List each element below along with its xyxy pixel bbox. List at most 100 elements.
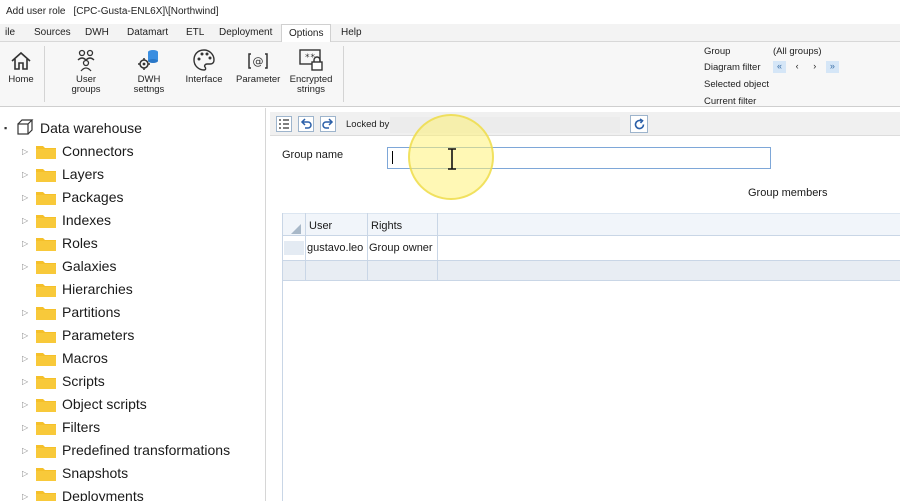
dwh-settings-button[interactable]: DWH settngs — [130, 46, 168, 95]
group-selector[interactable]: (All groups) — [773, 44, 822, 60]
last-nav-button[interactable]: » — [825, 61, 839, 74]
column-header-user[interactable]: User — [309, 220, 332, 232]
tree-item[interactable]: ▷ Indexes — [22, 210, 111, 230]
tab-deployment[interactable]: Deployment — [219, 24, 272, 42]
expand-arrow-icon[interactable]: ▷ — [22, 147, 32, 156]
expand-arrow-icon[interactable]: ▷ — [22, 262, 32, 271]
tree-item-label: Parameters — [62, 327, 135, 343]
expand-arrow-icon[interactable]: ▷ — [22, 308, 32, 317]
tree-item[interactable]: ▷ Packages — [22, 187, 123, 207]
folder-icon — [36, 467, 56, 481]
database-settings-icon — [130, 46, 168, 72]
tab-help[interactable]: Help — [341, 24, 362, 42]
expand-arrow-icon[interactable]: ▷ — [22, 354, 32, 363]
tree-item-label: Galaxies — [62, 258, 117, 274]
list-view-button[interactable] — [276, 116, 292, 132]
tree-item[interactable]: ▷ Galaxies — [22, 256, 116, 276]
cell-rights[interactable]: Group owner — [369, 242, 433, 254]
tree-item[interactable]: Hierarchies — [22, 279, 133, 299]
folder-icon — [36, 237, 56, 251]
interface-label: Interface — [185, 74, 223, 85]
tree-item[interactable]: ▷ Macros — [22, 348, 108, 368]
expand-arrow-icon[interactable]: ▷ — [22, 492, 32, 501]
encrypted-strings-button[interactable]: ** Encrypted strings — [288, 46, 334, 95]
tree-root-data-warehouse[interactable]: ▪ Data warehouse — [4, 118, 142, 138]
encrypted-label-line2: strings — [297, 84, 325, 95]
ribbon-separator — [44, 46, 45, 102]
user-groups-label-line2: groups — [71, 84, 101, 95]
expand-arrow-icon[interactable]: ▷ — [22, 193, 32, 202]
redo-icon — [322, 118, 334, 129]
redo-button[interactable] — [320, 116, 336, 132]
tree-item[interactable]: ▷ Scripts — [22, 371, 105, 391]
select-all-corner-icon[interactable] — [291, 224, 301, 234]
tree-item[interactable]: ▷ Parameters — [22, 325, 134, 345]
undo-button[interactable] — [298, 116, 314, 132]
interface-button[interactable]: Interface — [184, 46, 224, 85]
tree-item[interactable]: ▷ Predefined transformations — [22, 440, 230, 460]
tree-item[interactable]: ▷ Partitions — [22, 302, 120, 322]
tab-sources[interactable]: Sources — [34, 24, 71, 42]
undo-icon — [300, 118, 312, 129]
next-nav-button[interactable]: › — [808, 61, 821, 73]
new-row-placeholder[interactable] — [283, 260, 900, 281]
svg-text:@: @ — [253, 55, 264, 68]
home-button[interactable]: Home — [4, 46, 38, 85]
refresh-button[interactable] — [630, 115, 648, 133]
expand-arrow-icon[interactable]: ▷ — [22, 400, 32, 409]
menu-bar: ile Sources DWH Datamart ETL Deployment … — [0, 24, 900, 43]
collapse-icon[interactable]: ▪ — [4, 123, 14, 133]
expand-arrow-icon[interactable]: ▷ — [22, 331, 32, 340]
tab-etl[interactable]: ETL — [186, 24, 204, 42]
tree-item[interactable]: ▷ Layers — [22, 164, 104, 184]
group-name-label: Group name — [282, 149, 344, 161]
palette-icon — [184, 46, 224, 72]
prev-nav-button[interactable]: ‹ — [791, 61, 804, 73]
parameter-icon: @ — [236, 46, 280, 72]
current-filter-label: Current filter — [704, 96, 757, 107]
tree-item-label: Indexes — [62, 212, 112, 228]
list-icon — [279, 119, 289, 129]
expand-arrow-icon[interactable]: ▷ — [22, 446, 32, 455]
tab-options[interactable]: Options — [281, 24, 332, 43]
tab-dwh[interactable]: DWH — [85, 24, 109, 42]
tree-item[interactable]: ▷ Snapshots — [22, 463, 128, 483]
tree-item-label: Hierarchies — [62, 281, 133, 297]
dwh-settings-label-line2: settngs — [133, 84, 165, 95]
group-editor: Locked by Group name Group members User … — [270, 108, 900, 501]
folder-icon — [36, 352, 56, 366]
encrypted-lock-icon: ** — [288, 46, 334, 72]
parameter-button[interactable]: @ Parameter — [236, 46, 280, 85]
expand-arrow-icon[interactable]: ▷ — [22, 423, 32, 432]
user-groups-button[interactable]: User groups — [66, 46, 106, 95]
tree-item[interactable]: ▷ Roles — [22, 233, 98, 253]
tree-item[interactable]: ▷ Deployments — [22, 486, 144, 501]
text-caret — [392, 151, 393, 164]
row-selector[interactable] — [284, 241, 304, 255]
tab-datamart[interactable]: Datamart — [127, 24, 168, 42]
home-icon — [4, 46, 38, 72]
folder-icon — [36, 214, 56, 228]
table-row[interactable]: gustavo.leo Group owner — [283, 237, 900, 259]
tree-item-label: Layers — [62, 166, 105, 182]
tree-item[interactable]: ▷ Filters — [22, 417, 100, 437]
folder-icon — [36, 375, 56, 389]
tree-root-label: Data warehouse — [40, 120, 142, 136]
tab-file[interactable]: ile — [5, 24, 15, 42]
diagram-filter-label: Diagram filter — [704, 62, 761, 73]
tree-item-label: Packages — [62, 189, 124, 205]
expand-arrow-icon[interactable]: ▷ — [22, 469, 32, 478]
group-members-title: Group members — [748, 187, 828, 199]
tree-item[interactable]: ▷ Connectors — [22, 141, 134, 161]
column-header-rights[interactable]: Rights — [371, 220, 402, 232]
expand-arrow-icon[interactable]: ▷ — [22, 377, 32, 386]
expand-arrow-icon[interactable]: ▷ — [22, 170, 32, 179]
expand-arrow-icon[interactable]: ▷ — [22, 216, 32, 225]
first-nav-button[interactable]: « — [773, 61, 786, 74]
editor-toolbar: Locked by — [270, 112, 900, 136]
expand-arrow-icon[interactable]: ▷ — [22, 239, 32, 248]
group-label: Group — [704, 46, 731, 57]
folder-icon — [36, 260, 56, 274]
tree-item[interactable]: ▷ Object scripts — [22, 394, 147, 414]
cell-user[interactable]: gustavo.leo — [307, 242, 363, 254]
